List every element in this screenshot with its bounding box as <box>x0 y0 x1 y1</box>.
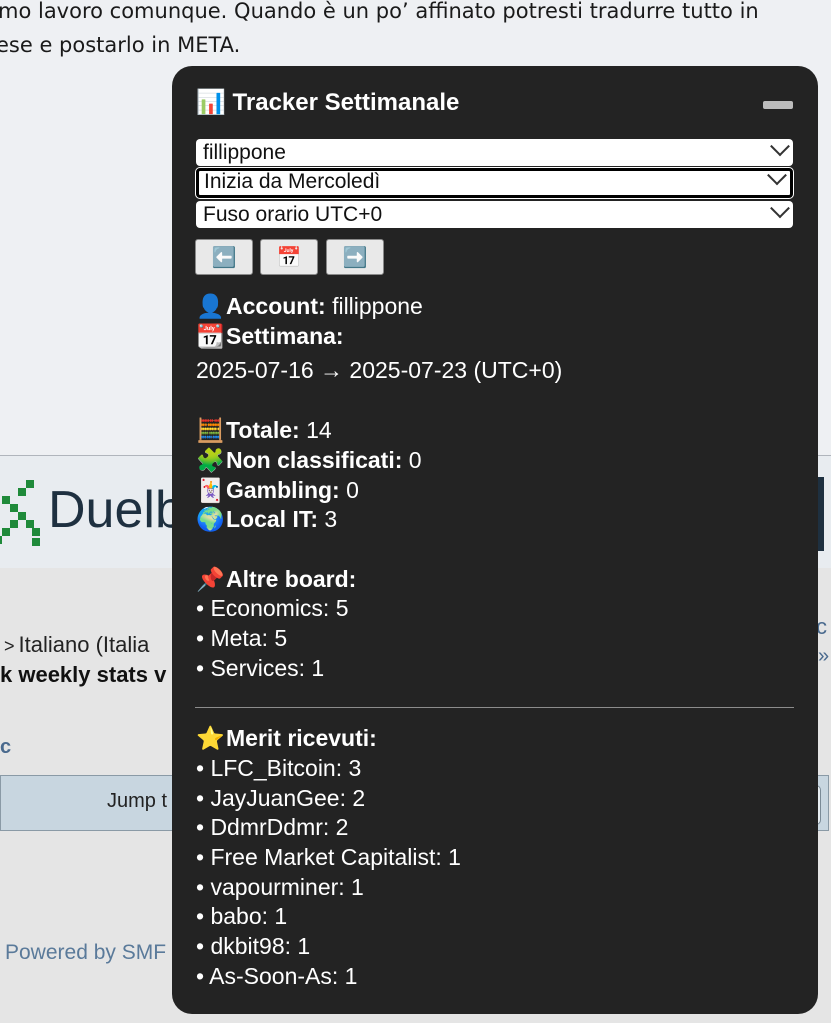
chevron-down-icon <box>767 165 787 186</box>
calendar-icon: 📆 <box>196 323 225 349</box>
list-item: • vapourminer: 1 <box>196 874 364 900</box>
merit-heading: ⭐Merit ricevuti: <box>196 723 377 753</box>
arrow-left-icon: ⬅️ <box>211 246 237 269</box>
start-day-select-value: Inizia da Mercoledì <box>204 170 381 193</box>
other-boards-heading: 📌Altre board: <box>196 564 356 594</box>
start-day-select[interactable]: Inizia da Mercoledì <box>196 165 793 198</box>
stat-value: 3 <box>324 506 338 532</box>
stat-label: Gambling: <box>226 477 340 503</box>
user-icon: 👤 <box>196 293 225 319</box>
list-item: • dkbit98: 1 <box>196 933 311 959</box>
list-item: • As-Soon-As: 1 <box>196 963 358 989</box>
topic-title: k weekly stats v <box>0 662 167 687</box>
list-item: • Meta: 5 <box>196 625 288 651</box>
calendar-icon: 📅 <box>276 246 302 269</box>
account-label: Account: <box>226 293 326 319</box>
list-item: • LFC_Bitcoin: 3 <box>196 755 362 781</box>
merit-label: Merit ricevuti: <box>226 725 377 751</box>
pushpin-icon: 📌 <box>196 566 225 592</box>
breadcrumb-link[interactable]: Italiano (Italia <box>19 632 150 657</box>
stat-local-it: 🌍Local IT: 3 <box>196 504 337 534</box>
stat-unclassified: 🧩Non classificati: 0 <box>196 445 422 475</box>
next-topic-link[interactable]: » <box>818 645 829 668</box>
banner-brand-text[interactable]: Duelb <box>48 480 184 540</box>
stat-label: Totale: <box>226 417 300 443</box>
post-line: mo lavoro comunque. Quando è un po’ affi… <box>0 0 759 23</box>
stat-label: Non classificati: <box>226 447 403 473</box>
stat-total: 🧮Totale: 14 <box>196 415 332 445</box>
week-line: 📆Settimana: <box>196 321 344 351</box>
list-item: • JayJuanGee: 2 <box>196 785 366 811</box>
puzzle-icon: 🧩 <box>196 447 225 473</box>
powered-by-link[interactable]: Powered by SMF <box>5 941 166 965</box>
forum-post-text: mo lavoro comunque. Quando è un po’ affi… <box>0 0 831 62</box>
jump-to-label: Jump t <box>107 790 168 812</box>
list-item: • Economics: 5 <box>196 595 349 621</box>
star-icon: ⭐ <box>196 725 225 751</box>
chevron-down-icon <box>770 136 790 157</box>
timezone-select[interactable]: Fuso orario UTC+0 <box>196 198 793 228</box>
list-item: • DdmrDdmr: 2 <box>196 814 349 840</box>
breadcrumb-separator: > <box>4 636 15 656</box>
account-value: fillippone <box>332 293 423 319</box>
stat-value: 0 <box>346 477 359 503</box>
post-line: ese e postarlo in META. <box>0 33 241 57</box>
week-range: 2025-07-16 → 2025-07-23 (UTC+0) <box>196 357 563 383</box>
minimize-button[interactable] <box>763 101 793 109</box>
weekly-tracker-panel: 📊 Tracker Settimanale fillippone Inizia … <box>172 66 818 1014</box>
week-label: Settimana: <box>226 323 344 349</box>
stat-value: 14 <box>306 417 332 443</box>
list-item: • Services: 1 <box>196 655 325 681</box>
list-item: • babo: 1 <box>196 903 288 929</box>
next-week-button[interactable]: ➡️ <box>326 239 384 275</box>
arrow-right-icon: ➡️ <box>342 246 368 269</box>
stat-label: Local IT: <box>226 506 319 532</box>
account-select-value: fillippone <box>203 141 286 164</box>
stat-gambling: 🃏Gambling: 0 <box>196 475 359 505</box>
globe-icon: 🌍 <box>196 506 225 532</box>
pagination-link-partial[interactable]: c <box>0 736 11 759</box>
prev-week-button[interactable]: ⬅️ <box>195 239 253 275</box>
account-line: 👤Account: fillippone <box>196 291 423 321</box>
current-week-button[interactable]: 📅 <box>260 239 318 275</box>
other-boards-label: Altre board: <box>226 566 357 592</box>
panel-title: 📊 Tracker Settimanale <box>196 89 460 116</box>
account-select[interactable]: fillippone <box>196 136 793 166</box>
breadcrumb: > Italiano (Italia <box>4 632 149 658</box>
timezone-select-value: Fuso orario UTC+0 <box>203 203 383 226</box>
divider <box>195 707 794 708</box>
abacus-icon: 🧮 <box>196 417 225 443</box>
list-item: • Free Market Capitalist: 1 <box>196 844 461 870</box>
chevron-down-icon <box>770 198 790 219</box>
stat-value: 0 <box>408 447 422 473</box>
duelbits-logo-icon <box>0 480 40 546</box>
joker-card-icon: 🃏 <box>196 477 225 503</box>
